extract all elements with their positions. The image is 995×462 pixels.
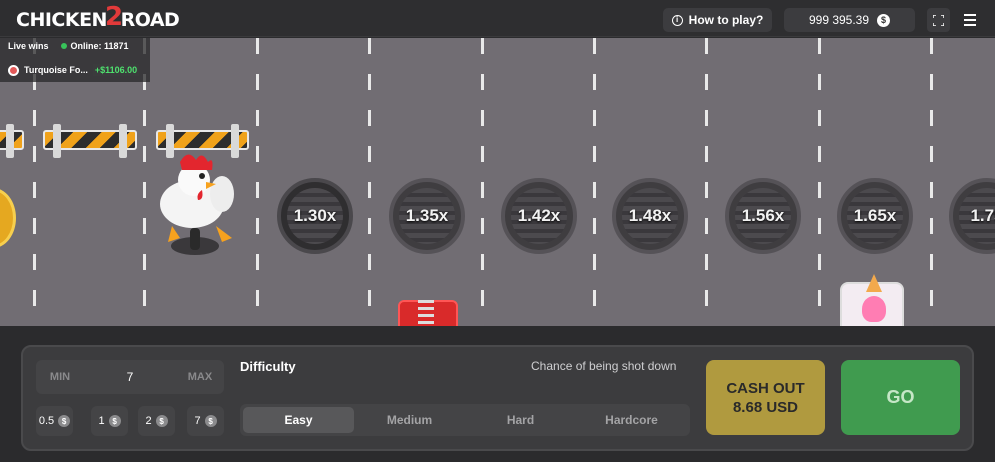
currency-icon: $ xyxy=(877,13,891,27)
difficulty-label: Difficulty xyxy=(240,359,296,374)
lane-divider xyxy=(481,38,484,326)
go-button[interactable]: GO xyxy=(841,360,960,435)
live-wins-panel: Live wins Online: 11871 Turquoise Fo... … xyxy=(0,38,150,82)
top-bar: CHICKEN 2 ROAD i How to play? 999 395.39 $ xyxy=(0,0,995,37)
lane-divider xyxy=(256,38,259,326)
bet-stepper: MIN 7 MAX xyxy=(36,360,224,394)
win-amount: +$1106.00 xyxy=(92,64,140,76)
difficulty-tab-easy[interactable]: Easy xyxy=(243,407,354,433)
lane-divider xyxy=(368,38,371,326)
info-icon: i xyxy=(671,14,683,26)
ice-cream-truck xyxy=(840,274,904,326)
multiplier-manhole[interactable]: 1.48x xyxy=(612,178,688,254)
hamburger-icon xyxy=(964,14,976,16)
quick-bet-button[interactable]: 1 $ xyxy=(91,406,128,436)
lane-divider xyxy=(705,38,708,326)
how-to-play-button[interactable]: i How to play? xyxy=(663,8,772,32)
fullscreen-button[interactable] xyxy=(927,8,950,32)
difficulty-tab-hard[interactable]: Hard xyxy=(465,407,576,433)
multiplier-manhole[interactable]: 1.65x xyxy=(837,178,913,254)
multiplier-manhole[interactable]: 1.30x xyxy=(277,178,353,254)
bet-amount-input[interactable]: 7 xyxy=(127,370,134,384)
avatar xyxy=(8,64,19,76)
game-root: 1.30x 1.35x 1.42x 1.48x 1.56x 1.65x 1.75… xyxy=(0,0,995,462)
online-dot-icon xyxy=(60,43,67,49)
multiplier-manhole[interactable]: 1.56x xyxy=(725,178,801,254)
menu-button[interactable] xyxy=(958,8,982,32)
difficulty-tab-medium[interactable]: Medium xyxy=(354,407,465,433)
balance-amount: 999 395.39 xyxy=(808,13,870,27)
road-barrier xyxy=(43,124,137,158)
road-barrier xyxy=(0,124,24,158)
multiplier-manhole[interactable]: 1.42x xyxy=(501,178,577,254)
currency-icon: $ xyxy=(108,415,121,427)
quick-bet-button[interactable]: 2 $ xyxy=(138,406,175,436)
balance-display: 999 395.39 $ xyxy=(784,8,915,32)
chicken-character xyxy=(160,154,234,255)
difficulty-tab-hardcore[interactable]: Hardcore xyxy=(576,407,687,433)
quick-bet-button[interactable]: 7 $ xyxy=(187,406,224,436)
multiplier-manhole[interactable]: 1.75 xyxy=(949,178,995,254)
difficulty-selector: Easy Medium Hard Hardcore xyxy=(240,404,690,436)
bet-min-button[interactable]: MIN xyxy=(40,364,80,390)
lane-divider xyxy=(930,38,933,326)
game-logo: CHICKEN 2 ROAD xyxy=(16,2,180,32)
cash-out-button[interactable]: CASH OUT 8.68 USD xyxy=(706,360,825,435)
winner-name: Turquoise Fo... xyxy=(24,65,88,75)
lane-divider xyxy=(818,38,821,326)
online-count: Online: 11871 xyxy=(60,41,129,51)
lane-divider xyxy=(593,38,596,326)
quick-bet-button[interactable]: 0.5 $ xyxy=(36,406,73,436)
currency-icon: $ xyxy=(155,415,168,427)
chance-label: Chance of being shot down xyxy=(531,359,677,373)
fire-truck xyxy=(398,300,458,326)
live-wins-title: Live wins xyxy=(8,41,49,51)
multiplier-manhole[interactable]: 1.35x xyxy=(389,178,465,254)
collected-coin xyxy=(0,188,16,248)
currency-icon: $ xyxy=(204,415,217,427)
bet-max-button[interactable]: MAX xyxy=(180,364,220,390)
fullscreen-icon xyxy=(933,14,944,26)
currency-icon: $ xyxy=(58,415,71,427)
